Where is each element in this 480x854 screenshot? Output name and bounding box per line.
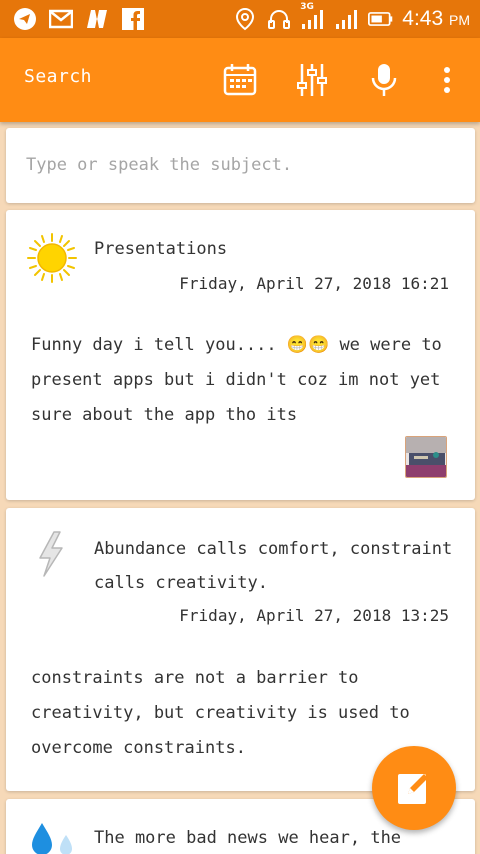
signal-3g-icon: 3G <box>300 2 326 32</box>
more-options-button[interactable] <box>427 60 467 100</box>
search-input[interactable] <box>26 150 446 180</box>
network-type-label: 3G <box>300 2 314 12</box>
gmail-icon <box>48 6 74 32</box>
clock-ampm: PM <box>449 12 470 28</box>
entry-title: Abundance calls comfort, constraint call… <box>94 539 453 593</box>
entry-date: Friday, April 27, 2018 16:21 <box>179 274 449 293</box>
voice-input-button[interactable] <box>364 60 404 100</box>
filter-sliders-icon <box>297 64 327 96</box>
entry-card[interactable]: Presentations Friday, April 27, 2018 16:… <box>6 210 475 500</box>
sun-icon <box>27 233 77 283</box>
water-drops-icon <box>32 823 72 854</box>
calendar-button[interactable] <box>220 60 260 100</box>
signal-icon <box>334 6 360 32</box>
new-entry-button[interactable] <box>372 746 456 830</box>
entry-title: Presentations <box>94 239 228 259</box>
edit-icon <box>398 774 428 804</box>
location-icon <box>232 6 258 32</box>
search-card <box>6 128 475 203</box>
entry-date: Friday, April 27, 2018 13:25 <box>179 606 449 625</box>
entry-thumbnail[interactable] <box>405 436 447 478</box>
battery-icon <box>368 6 394 32</box>
more-vert-icon <box>444 67 450 93</box>
app-bar-title: Search <box>24 66 93 87</box>
entry-body: Funny day i tell you.... 😁😁 we were to p… <box>31 335 442 425</box>
telegram-icon <box>12 6 38 32</box>
news-icon <box>84 6 110 32</box>
headset-icon <box>266 6 292 32</box>
entry-body: constraints are not a barrier to creativ… <box>31 668 410 758</box>
microphone-icon <box>371 64 397 96</box>
facebook-icon <box>120 6 146 32</box>
clock-time: 4:43 <box>402 7 444 30</box>
app-bar: Search <box>0 38 480 122</box>
lightning-icon <box>39 531 63 577</box>
photo-thumbnail-icon <box>406 437 446 477</box>
clock: 4:43 PM <box>402 7 470 31</box>
status-bar: 3G 4:43 PM <box>0 0 480 38</box>
calendar-icon <box>223 64 257 96</box>
filter-button[interactable] <box>292 60 332 100</box>
